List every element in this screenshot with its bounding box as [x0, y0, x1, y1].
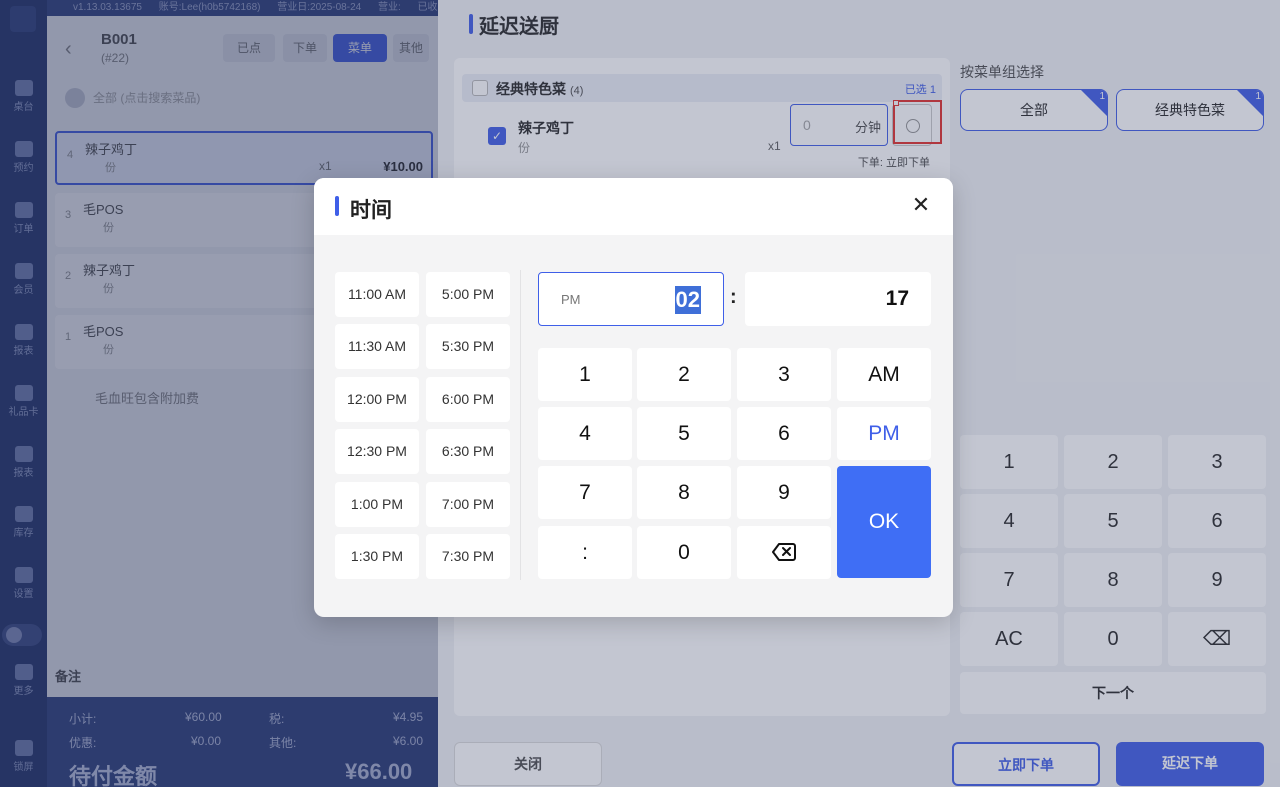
key-3[interactable]: 3	[737, 348, 831, 401]
key-8[interactable]: 8	[637, 466, 731, 519]
ampm-indicator: PM	[561, 292, 581, 307]
preset-time[interactable]: 11:00 AM	[335, 272, 419, 317]
hour-value: 02	[674, 286, 701, 314]
time-picker-dialog: 时间 ✕ 11:00 AM 11:30 AM 12:00 PM 12:30 PM…	[314, 178, 953, 617]
key-0[interactable]: 0	[637, 526, 731, 579]
key-5[interactable]: 5	[637, 407, 731, 460]
dialog-title: 时间	[350, 199, 392, 222]
preset-time[interactable]: 1:00 PM	[335, 482, 419, 527]
backspace-icon[interactable]	[737, 526, 831, 579]
pm-button[interactable]: PM	[837, 407, 931, 460]
preset-time[interactable]: 11:30 AM	[335, 324, 419, 369]
close-icon[interactable]: ✕	[910, 194, 932, 216]
am-button[interactable]: AM	[837, 348, 931, 401]
key-6[interactable]: 6	[737, 407, 831, 460]
dialog-header: 时间 ✕	[314, 178, 953, 235]
key-2[interactable]: 2	[637, 348, 731, 401]
minute-value: 17	[885, 287, 909, 310]
divider	[520, 270, 521, 580]
preset-time[interactable]: 6:30 PM	[426, 429, 510, 474]
preset-time[interactable]: 7:30 PM	[426, 534, 510, 579]
key-7[interactable]: 7	[538, 466, 632, 519]
time-separator: :	[730, 286, 737, 308]
preset-time[interactable]: 12:00 PM	[335, 377, 419, 422]
minute-input[interactable]: 17	[745, 272, 931, 326]
preset-time[interactable]: 5:30 PM	[426, 324, 510, 369]
title-accent	[335, 196, 339, 216]
ok-button[interactable]: OK	[837, 466, 931, 578]
preset-time[interactable]: 5:00 PM	[426, 272, 510, 317]
key-colon[interactable]: :	[538, 526, 632, 579]
key-4[interactable]: 4	[538, 407, 632, 460]
hour-input[interactable]: PM 02	[538, 272, 724, 326]
preset-time[interactable]: 7:00 PM	[426, 482, 510, 527]
preset-time[interactable]: 12:30 PM	[335, 429, 419, 474]
preset-time[interactable]: 1:30 PM	[335, 534, 419, 579]
key-9[interactable]: 9	[737, 466, 831, 519]
preset-time[interactable]: 6:00 PM	[426, 377, 510, 422]
backspace-glyph	[772, 543, 796, 561]
key-1[interactable]: 1	[538, 348, 632, 401]
